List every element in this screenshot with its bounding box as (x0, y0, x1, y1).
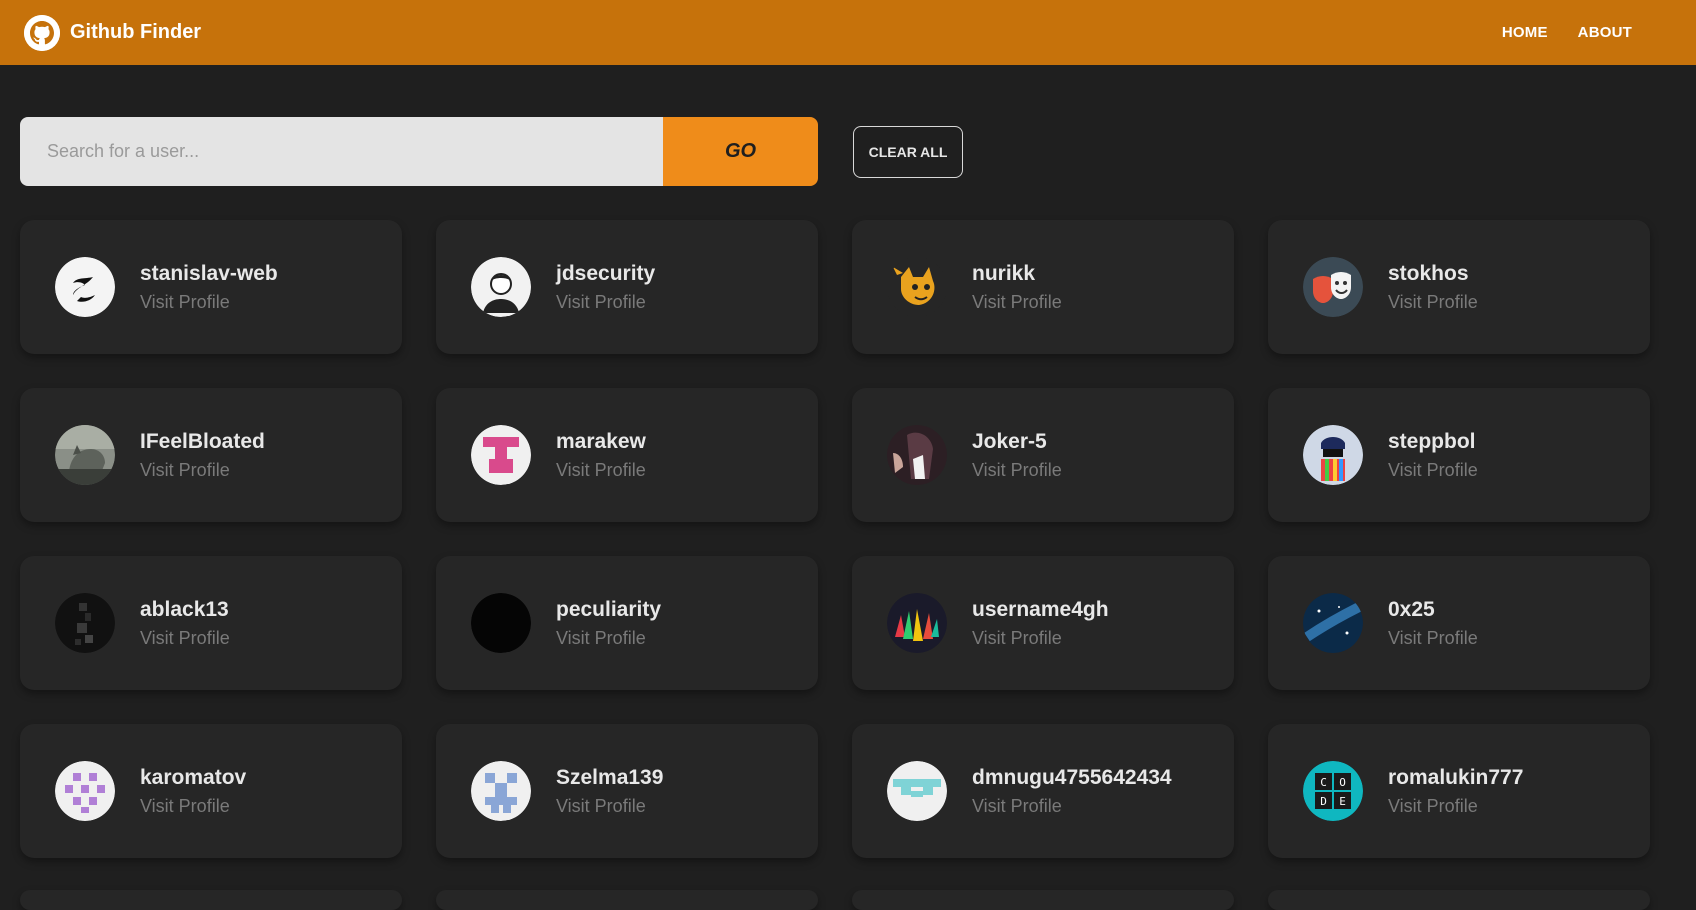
identicon-blue-avatar (471, 761, 531, 821)
user-login: karomatov (140, 765, 247, 789)
user-login: IFeelBloated (140, 429, 265, 453)
user-login: stokhos (1388, 261, 1469, 285)
user-login: steppbol (1388, 429, 1476, 453)
user-card: IFeelBloated Visit Profile (20, 388, 402, 522)
person-avatar (471, 257, 531, 317)
user-card: C O D E romalukin777 Visit Profile (1268, 724, 1650, 858)
theater-masks-avatar (1303, 257, 1363, 317)
user-card: marakew Visit Profile (436, 388, 818, 522)
user-login: username4gh (972, 597, 1109, 621)
user-login: marakew (556, 429, 646, 453)
user-login: jdsecurity (556, 261, 656, 285)
search-input[interactable] (20, 117, 663, 186)
galaxy-avatar (1303, 593, 1363, 653)
user-card-partial (1268, 890, 1650, 910)
user-login: ablack13 (140, 597, 229, 621)
cat-avatar (887, 257, 947, 317)
visit-profile-link[interactable]: Visit Profile (556, 292, 655, 313)
identicon-pink-avatar (471, 425, 531, 485)
search-row: GO CLEAR ALL (20, 117, 963, 186)
dark-photo-avatar (55, 593, 115, 653)
user-login: Szelma139 (556, 765, 664, 789)
user-card: karomatov Visit Profile (20, 724, 402, 858)
code-letter: E (1339, 795, 1346, 808)
user-card: username4gh Visit Profile (852, 556, 1234, 690)
user-login: nurikk (972, 261, 1036, 285)
code-letter: O (1339, 776, 1346, 789)
user-card: dmnugu4755642434 Visit Profile (852, 724, 1234, 858)
visit-profile-link[interactable]: Visit Profile (556, 796, 663, 817)
visit-profile-link[interactable]: Visit Profile (972, 628, 1109, 649)
clear-all-button[interactable]: CLEAR ALL (853, 125, 963, 178)
user-card: stokhos Visit Profile (1268, 220, 1650, 354)
user-login: 0x25 (1388, 597, 1435, 621)
user-login: Joker-5 (972, 429, 1047, 453)
user-card: steppbol Visit Profile (1268, 388, 1650, 522)
cat-photo-avatar (55, 425, 115, 485)
nav-links: HOME ABOUT (1502, 24, 1632, 41)
user-card: Joker-5 Visit Profile (852, 388, 1234, 522)
user-login: romalukin777 (1388, 765, 1524, 789)
identicon-teal-avatar (887, 761, 947, 821)
nav-about-link[interactable]: ABOUT (1578, 24, 1632, 41)
brand[interactable]: Github Finder (24, 14, 202, 51)
user-login: dmnugu4755642434 (972, 765, 1172, 789)
user-card-partial (852, 890, 1234, 910)
user-card-partial (436, 890, 818, 910)
black-avatar (471, 593, 531, 653)
user-login: stanislav-web (140, 261, 278, 285)
visit-profile-link[interactable]: Visit Profile (140, 460, 265, 481)
visit-profile-link[interactable]: Visit Profile (1388, 460, 1478, 481)
nav-home-link[interactable]: HOME (1502, 24, 1548, 41)
crystals-avatar (887, 593, 947, 653)
visit-profile-link[interactable]: Visit Profile (140, 628, 230, 649)
user-grid: stanislav-web Visit Profile jdsecurity V… (20, 220, 1650, 858)
identicon-purple-avatar (55, 761, 115, 821)
go-button[interactable]: GO (663, 117, 818, 186)
code-letter: C (1320, 776, 1327, 789)
visit-profile-link[interactable]: Visit Profile (1388, 292, 1478, 313)
visit-profile-link[interactable]: Visit Profile (1388, 796, 1523, 817)
github-icon (24, 14, 60, 51)
partial-card-row (20, 890, 1650, 910)
visit-profile-link[interactable]: Visit Profile (972, 796, 1172, 817)
photo-avatar (887, 425, 947, 485)
app-title: Github Finder (70, 21, 202, 43)
user-card: nurikk Visit Profile (852, 220, 1234, 354)
visit-profile-link[interactable]: Visit Profile (556, 628, 661, 649)
colorful-figure-avatar (1303, 425, 1363, 485)
user-card: Szelma139 Visit Profile (436, 724, 818, 858)
user-card: jdsecurity Visit Profile (436, 220, 818, 354)
user-card-partial (20, 890, 402, 910)
dragon-avatar (55, 257, 115, 317)
code-avatar: C O D E (1303, 761, 1363, 821)
user-card: 0x25 Visit Profile (1268, 556, 1650, 690)
visit-profile-link[interactable]: Visit Profile (972, 292, 1062, 313)
code-letter: D (1320, 795, 1327, 808)
visit-profile-link[interactable]: Visit Profile (140, 292, 278, 313)
user-login: peculiarity (556, 597, 662, 621)
user-card: stanislav-web Visit Profile (20, 220, 402, 354)
visit-profile-link[interactable]: Visit Profile (1388, 628, 1478, 649)
visit-profile-link[interactable]: Visit Profile (972, 460, 1062, 481)
user-card: peculiarity Visit Profile (436, 556, 818, 690)
user-card: ablack13 Visit Profile (20, 556, 402, 690)
navbar: Github Finder HOME ABOUT (0, 0, 1696, 65)
visit-profile-link[interactable]: Visit Profile (556, 460, 646, 481)
visit-profile-link[interactable]: Visit Profile (140, 796, 246, 817)
search-form: GO (20, 117, 818, 186)
